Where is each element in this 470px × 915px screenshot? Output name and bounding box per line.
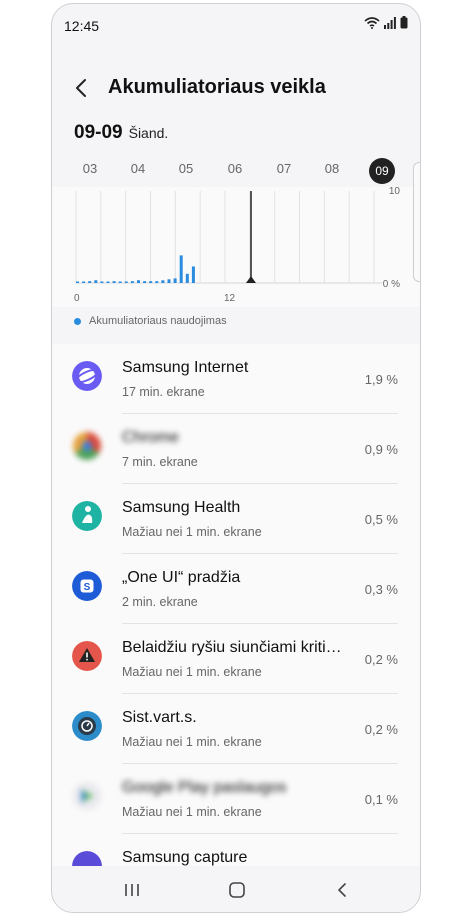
warning-icon [72, 641, 102, 671]
app-battery-percent: 0,9 % [364, 442, 398, 457]
hour-05[interactable]: 05 [171, 161, 201, 176]
app-name: Belaidžiu ryšiu siunčiami kriti… [122, 639, 342, 656]
app-row-wireless-emergency-alerts[interactable]: Belaidžiu ryšiu siunčiami kriti… Mažiau … [52, 624, 420, 694]
app-row-samsung-health[interactable]: Samsung Health Mažiau nei 1 min. ekrane … [52, 484, 420, 554]
hour-04[interactable]: 04 [123, 161, 153, 176]
chrome-icon [73, 432, 101, 460]
usage-bar [179, 255, 183, 283]
signal-icon [384, 16, 396, 29]
app-row-google-play-services[interactable]: Google Play paslaugos Mažiau nei 1 min. … [52, 764, 420, 834]
usage-bar [143, 281, 147, 283]
back-button[interactable] [70, 74, 92, 102]
usage-bar [173, 278, 177, 283]
home-button[interactable] [222, 876, 252, 904]
today-label: Šiand. [128, 125, 169, 141]
usage-bar [106, 281, 110, 283]
app-row-one-ui-home[interactable]: S „One UI“ pradžia 2 min. ekrane 0,3 % [52, 554, 420, 624]
x-axis-label-0: 0 [74, 293, 80, 304]
page-title: Akumuliatoriaus veikla [108, 76, 326, 98]
app-row-chrome[interactable]: Chrome 7 min. ekrane 0,9 % [52, 414, 420, 484]
y-axis-label-bottom: 0 % [383, 279, 400, 290]
samsung-health-icon [72, 501, 102, 531]
back-nav-button[interactable] [327, 876, 357, 904]
app-name: „One UI“ pradžia [122, 569, 241, 586]
scroll-handle[interactable] [413, 162, 420, 282]
app-name: Samsung Internet [122, 359, 249, 376]
app-screen-time: 17 min. ekrane [122, 385, 205, 399]
home-icon [229, 882, 245, 898]
usage-bar [191, 266, 195, 283]
usage-bar [118, 281, 122, 283]
app-battery-percent: 0,5 % [364, 512, 398, 527]
hour-selector: 03 04 05 06 07 08 09 [52, 157, 420, 187]
usage-bar [185, 273, 189, 283]
wifi-icon [364, 16, 380, 29]
usage-bar [94, 280, 98, 283]
status-time: 12:45 [64, 18, 100, 34]
legend-label: Akumuliatoriaus naudojimas [89, 315, 227, 327]
phone-screen: 12:45 Akumuliatoriaus veikla 09-09 Šiand… [51, 3, 421, 913]
chart-legend: Akumuliatoriaus naudojimas [74, 315, 227, 327]
hour-09-selected[interactable]: 09 [369, 158, 395, 184]
usage-bar [124, 281, 128, 283]
app-battery-percent: 0,1 % [364, 792, 398, 807]
app-battery-percent: 1,9 % [364, 372, 398, 387]
usage-bar [167, 279, 171, 283]
usage-bar [130, 281, 134, 283]
usage-bar [100, 281, 104, 283]
date-row: 09-09 Šiand. [74, 122, 168, 144]
usage-bar [112, 281, 116, 283]
header: Akumuliatoriaus veikla [52, 66, 420, 110]
chevron-left-icon [338, 883, 346, 897]
app-screen-time: 7 min. ekrane [122, 455, 198, 469]
app-battery-percent: 0,3 % [364, 582, 398, 597]
recent-apps-icon [125, 884, 139, 896]
usage-bar [161, 280, 165, 283]
app-screen-time: 2 min. ekrane [122, 595, 198, 609]
usage-bar [149, 281, 153, 283]
hour-07[interactable]: 07 [269, 161, 299, 176]
app-row-samsung-capture[interactable]: Samsung capture [52, 834, 420, 868]
app-row-samsung-internet[interactable]: Samsung Internet 17 min. ekrane 1,9 % [52, 344, 420, 414]
app-battery-percent: 0,2 % [364, 722, 398, 737]
app-row-system-ui[interactable]: Sist.vart.s. Mažiau nei 1 min. ekrane 0,… [52, 694, 420, 764]
app-screen-time: Mažiau nei 1 min. ekrane [122, 525, 262, 539]
recent-apps-button[interactable] [117, 876, 147, 904]
battery-icon [400, 16, 408, 29]
app-name: Google Play paslaugos [122, 779, 287, 796]
app-usage-list: Samsung Internet 17 min. ekrane 1,9 % Ch… [52, 344, 420, 868]
app-screen-time: Mažiau nei 1 min. ekrane [122, 735, 262, 749]
selected-date: 09-09 [74, 122, 123, 143]
svg-text:S: S [84, 582, 91, 593]
usage-bar [88, 281, 92, 283]
system-ui-icon [72, 711, 102, 741]
hour-03[interactable]: 03 [75, 161, 105, 176]
app-name: Samsung capture [122, 849, 248, 866]
app-battery-percent: 0,2 % [364, 652, 398, 667]
usage-bar [137, 280, 140, 283]
status-bar: 12:45 [52, 4, 420, 44]
legend-dot [74, 317, 81, 325]
y-axis-label-top: 10 [389, 187, 401, 197]
app-screen-time: Mažiau nei 1 min. ekrane [122, 805, 262, 819]
google-play-services-icon [73, 782, 101, 810]
usage-bar [82, 281, 86, 283]
app-screen-time: Mažiau nei 1 min. ekrane [122, 665, 262, 679]
usage-bar [76, 281, 79, 283]
battery-usage-chart: 10 0 % 0 12 [52, 187, 420, 307]
chevron-left-icon [76, 79, 86, 97]
x-axis-label-12: 12 [224, 293, 236, 304]
one-ui-home-icon: S [72, 571, 102, 601]
hour-06[interactable]: 06 [220, 161, 250, 176]
hour-08[interactable]: 08 [317, 161, 347, 176]
navigation-bar [52, 866, 420, 912]
samsung-internet-icon [72, 361, 102, 391]
system-icons [364, 16, 408, 29]
app-name: Samsung Health [122, 499, 241, 516]
app-name: Chrome [122, 429, 179, 446]
usage-bar [155, 281, 159, 283]
app-name: Sist.vart.s. [122, 709, 197, 726]
